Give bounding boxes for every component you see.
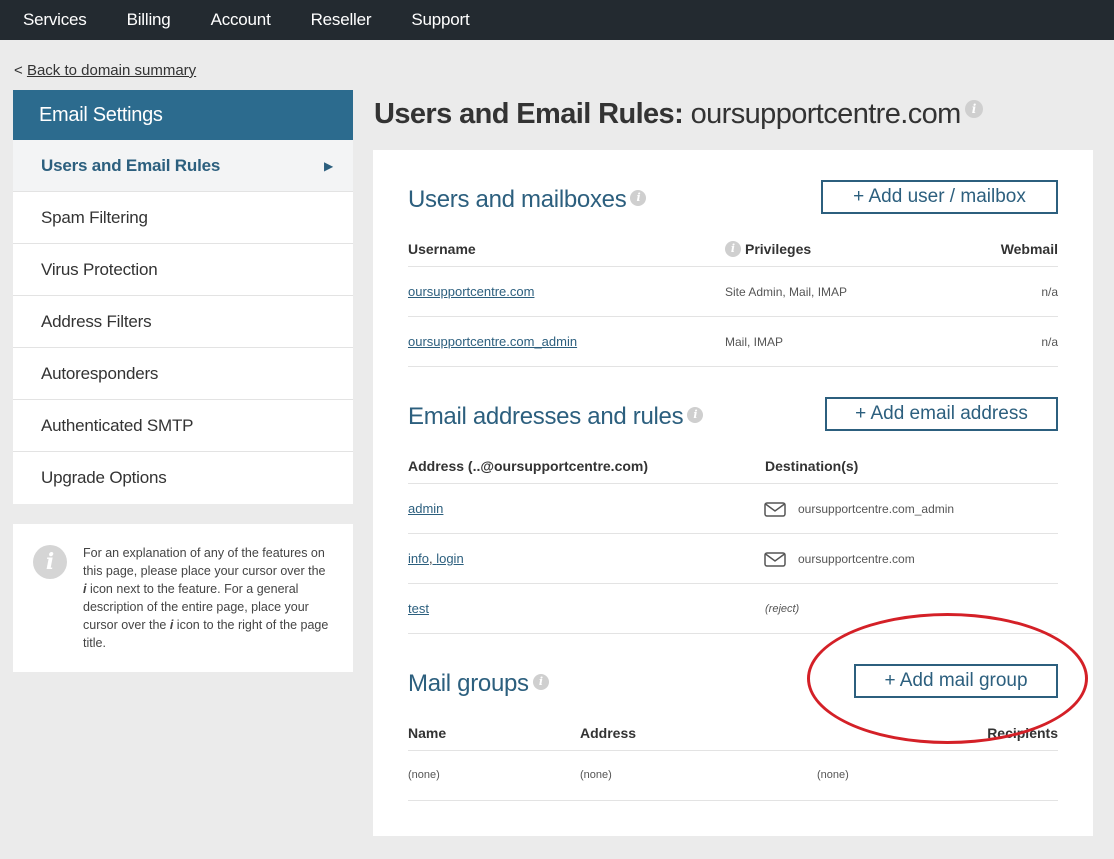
divider xyxy=(408,750,1058,751)
envelope-icon xyxy=(764,502,786,517)
sidebar-item-upgrade-options[interactable]: Upgrade Options xyxy=(13,452,353,504)
webmail-value: n/a xyxy=(1041,335,1058,349)
group-name-value: (none) xyxy=(408,769,440,781)
address-link[interactable]: test xyxy=(408,601,429,616)
address-link[interactable]: login xyxy=(436,551,463,566)
back-link-container: < Back to domain summary xyxy=(14,62,196,79)
col-address: Address (..@oursupportcentre.com) xyxy=(408,458,649,474)
sidebar-item-authenticated-smtp[interactable]: Authenticated SMTP xyxy=(13,400,353,452)
page-title-domain: oursupportcentre.com xyxy=(690,98,962,130)
sidebar-item-spam-filtering[interactable]: Spam Filtering xyxy=(13,192,353,244)
divider xyxy=(408,533,1058,534)
col-username: Username xyxy=(408,241,476,257)
col-privileges: i Privileges xyxy=(725,241,811,257)
privileges-value: Site Admin, Mail, IMAP xyxy=(725,285,848,299)
page-title-label: Users and Email Rules: xyxy=(374,98,684,130)
divider xyxy=(408,483,1058,484)
sidebar-item-label: Authenticated SMTP xyxy=(41,415,194,435)
col-webmail: Webmail xyxy=(1000,241,1058,257)
sidebar-item-virus-protection[interactable]: Virus Protection xyxy=(13,244,353,296)
users-section-title-text: Users and mailboxes xyxy=(408,186,627,213)
webmail-value: n/a xyxy=(1041,285,1058,299)
info-icon: i xyxy=(33,545,67,579)
info-icon[interactable]: i xyxy=(964,100,983,118)
sidebar-item-label: Address Filters xyxy=(41,311,152,331)
main-panel: Users and mailboxes i + Add user / mailbo… xyxy=(373,150,1093,836)
divider xyxy=(408,633,1058,634)
sidebar-item-autoresponders[interactable]: Autoresponders xyxy=(13,348,353,400)
info-icon[interactable]: i xyxy=(687,407,704,423)
sidebar-item-address-filters[interactable]: Address Filters xyxy=(13,296,353,348)
top-nav: Services Billing Account Reseller Suppor… xyxy=(0,0,1114,40)
sidebar-item-label: Virus Protection xyxy=(41,259,158,279)
help-text-1: For an explanation of any of the feature… xyxy=(83,546,326,578)
envelope-icon xyxy=(764,552,786,567)
sidebar-header: Email Settings xyxy=(13,90,353,140)
nav-billing[interactable]: Billing xyxy=(127,10,171,30)
destination-value: oursupportcentre.com_admin xyxy=(798,502,955,516)
divider xyxy=(408,800,1058,801)
info-icon[interactable]: i xyxy=(532,674,549,690)
info-icon[interactable]: i xyxy=(725,241,741,257)
col-privileges-label: Privileges xyxy=(745,241,812,257)
add-mail-group-button[interactable]: + Add mail group xyxy=(854,664,1058,698)
divider xyxy=(408,316,1058,317)
group-address-value: (none) xyxy=(580,769,612,781)
address-link[interactable]: admin xyxy=(408,501,443,516)
mail-groups-section-title-text: Mail groups xyxy=(408,670,529,697)
users-section-title: Users and mailboxes i xyxy=(408,186,647,214)
add-email-address-button[interactable]: + Add email address xyxy=(825,397,1058,431)
col-name: Name xyxy=(408,725,447,741)
mail-groups-section-title: Mail groups i xyxy=(408,670,549,698)
address-links: info, login xyxy=(408,551,464,566)
sidebar: Email Settings Users and Email Rules ▶ S… xyxy=(13,90,353,504)
sidebar-item-label: Autoresponders xyxy=(41,363,159,383)
nav-services[interactable]: Services xyxy=(23,10,87,30)
divider xyxy=(408,266,1058,267)
addresses-section-title: Email addresses and rules i xyxy=(408,403,704,431)
sidebar-item-label: Spam Filtering xyxy=(41,207,148,227)
col-destinations: Destination(s) xyxy=(765,458,859,474)
privileges-value: Mail, IMAP xyxy=(725,335,784,349)
back-chevron: < xyxy=(14,62,27,79)
destination-value: (reject) xyxy=(765,603,800,615)
addresses-section-title-text: Email addresses and rules xyxy=(408,403,684,430)
col-recipients: Recipients xyxy=(987,725,1058,741)
sidebar-item-label: Users and Email Rules xyxy=(41,155,221,175)
sidebar-item-users-and-email-rules[interactable]: Users and Email Rules ▶ xyxy=(13,140,353,192)
add-user-mailbox-button[interactable]: + Add user / mailbox xyxy=(821,180,1058,214)
username-link[interactable]: oursupportcentre.com xyxy=(408,284,534,299)
username-link[interactable]: oursupportcentre.com_admin xyxy=(408,334,577,349)
sidebar-item-label: Upgrade Options xyxy=(41,468,167,487)
page-title: Users and Email Rules: oursupportcentre.… xyxy=(374,98,983,131)
group-recipients-value: (none) xyxy=(817,769,849,781)
arrow-right-icon: ▶ xyxy=(323,158,333,173)
col-address: Address xyxy=(580,725,637,741)
divider xyxy=(408,366,1058,367)
info-icon[interactable]: i xyxy=(630,190,647,206)
address-link[interactable]: info xyxy=(408,551,429,566)
nav-account[interactable]: Account xyxy=(211,10,271,30)
help-infobox: i For an explanation of any of the featu… xyxy=(13,524,353,672)
back-to-domain-summary-link[interactable]: Back to domain summary xyxy=(27,62,196,79)
divider xyxy=(408,583,1058,584)
destination-value: oursupportcentre.com xyxy=(798,552,915,566)
nav-reseller[interactable]: Reseller xyxy=(311,10,372,30)
nav-support[interactable]: Support xyxy=(411,10,469,30)
